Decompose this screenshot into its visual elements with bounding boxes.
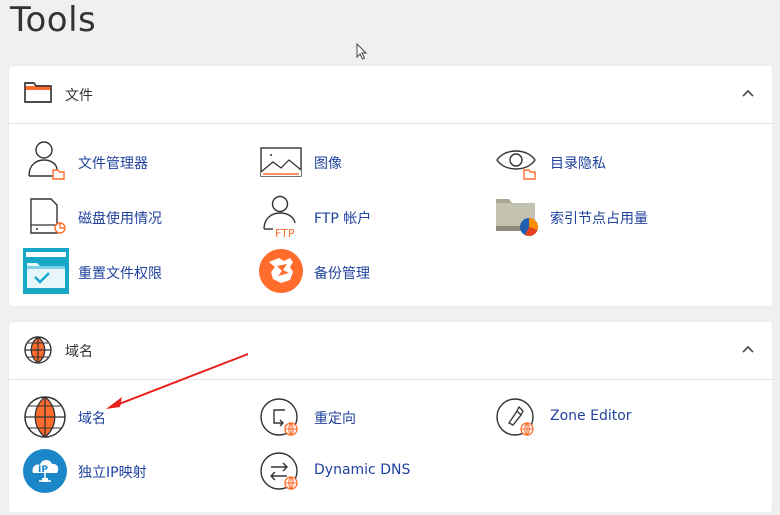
files-panel-header[interactable]: 文件 bbox=[9, 66, 772, 124]
dynamic-dns-label: Dynamic DNS bbox=[314, 462, 411, 478]
reset-permissions-icon bbox=[23, 248, 69, 294]
ftp-accounts-label: FTP 帐户 bbox=[314, 211, 372, 227]
ip-icon-text: IP bbox=[38, 465, 48, 475]
eye-icon bbox=[496, 150, 536, 180]
file-manager-item[interactable]: 文件管理器 bbox=[23, 138, 253, 186]
ftp-user-icon: FTP bbox=[263, 195, 296, 240]
ip-cloud-icon: IP bbox=[23, 449, 67, 493]
inode-usage-label: 索引节点占用量 bbox=[550, 211, 648, 227]
reset-file-permissions-label: 重置文件权限 bbox=[78, 266, 162, 282]
files-section-title: 文件 bbox=[65, 88, 93, 104]
images-item[interactable]: 图像 bbox=[259, 138, 489, 186]
domains-panel-header[interactable]: 域名 bbox=[9, 322, 772, 380]
globe-icon bbox=[24, 336, 52, 364]
ftp-icon-text: FTP bbox=[275, 227, 295, 240]
directory-privacy-label: 目录隐私 bbox=[550, 156, 606, 172]
backup-manager-item[interactable]: 备份管理 bbox=[259, 248, 489, 296]
zone-editor-label: Zone Editor bbox=[550, 408, 632, 424]
domains-label: 域名 bbox=[78, 411, 106, 427]
backup-manager-icon bbox=[259, 249, 303, 293]
disk-usage-icon bbox=[30, 198, 66, 234]
ftp-accounts-item[interactable]: FTP FTP 帐户 bbox=[259, 193, 489, 241]
domains-panel: 域名 域名 重定向 Zone Editor IP 独立IP映射 Dynamic … bbox=[9, 322, 772, 512]
backup-manager-label: 备份管理 bbox=[314, 266, 370, 282]
redirects-label: 重定向 bbox=[314, 411, 356, 427]
mouse-cursor-icon bbox=[356, 43, 368, 60]
redirect-icon bbox=[260, 398, 298, 436]
dynamic-dns-item[interactable]: Dynamic DNS bbox=[259, 447, 489, 495]
inode-folder-icon bbox=[496, 199, 539, 236]
files-panel: 文件 文件管理器 图像 目录隐私 磁盘使用情况 FTP FTP 帐户 索引节点占… bbox=[9, 66, 772, 306]
globe-icon bbox=[24, 396, 66, 438]
zone-editor-icon bbox=[496, 398, 534, 436]
image-icon bbox=[260, 147, 302, 177]
inode-usage-item[interactable]: 索引节点占用量 bbox=[495, 193, 725, 241]
images-label: 图像 bbox=[314, 156, 342, 172]
disk-usage-label: 磁盘使用情况 bbox=[78, 211, 162, 227]
dedicated-ip-item[interactable]: IP 独立IP映射 bbox=[23, 447, 253, 495]
folder-icon bbox=[24, 82, 52, 103]
zone-editor-item[interactable]: Zone Editor bbox=[495, 393, 725, 441]
dedicated-ip-label: 独立IP映射 bbox=[78, 465, 147, 481]
page-title: Tools bbox=[10, 0, 97, 40]
reset-file-permissions-item[interactable]: 重置文件权限 bbox=[23, 248, 253, 296]
file-manager-icon bbox=[28, 141, 65, 180]
redirects-item[interactable]: 重定向 bbox=[259, 393, 489, 441]
directory-privacy-item[interactable]: 目录隐私 bbox=[495, 138, 725, 186]
dynamic-dns-icon bbox=[260, 452, 298, 490]
disk-usage-item[interactable]: 磁盘使用情况 bbox=[23, 193, 253, 241]
chevron-up-icon[interactable] bbox=[742, 89, 754, 97]
chevron-up-icon[interactable] bbox=[742, 345, 754, 353]
file-manager-label: 文件管理器 bbox=[78, 156, 148, 172]
domains-item[interactable]: 域名 bbox=[23, 393, 253, 441]
domains-section-title: 域名 bbox=[65, 344, 93, 360]
